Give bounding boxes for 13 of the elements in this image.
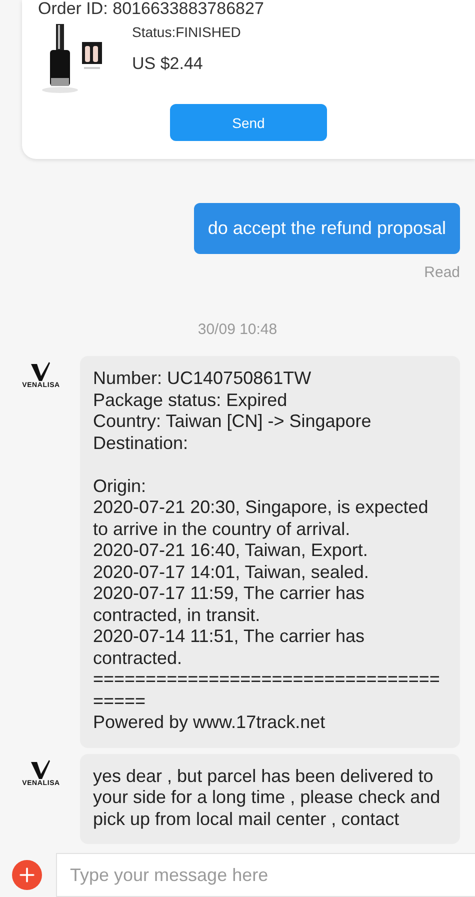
message-bubble: yes dear , but parcel has been delivered to your side for a long time , please check and pick up from local mail center , contact bbox=[80, 754, 460, 844]
logo-mark-icon bbox=[30, 760, 52, 780]
order-price: US $2.44 bbox=[132, 54, 204, 74]
logo-mark-icon bbox=[30, 362, 52, 382]
message-timestamp: 30/09 10:48 bbox=[198, 321, 278, 338]
add-button[interactable] bbox=[12, 860, 42, 890]
order-id: Order ID: 8016633883786827 bbox=[38, 0, 265, 18]
send-button[interactable]: Send bbox=[170, 104, 327, 141]
message-bubble: Number: UC140750861TW Package status: Expired Country: Taiwan [CN] -> Singapore Destination: Origin: 2020-07-21 20:30, Singapore, is expected to arrive in the country of arrival. 2020-07-21 16:40, Taiwan, Export. 2020-07-17 14:01, Taiwan, sealed. 2020-07-17 11:59, The carrier has contracted, in transit. 2020-07-14 11:51, The carrier has contracted. ====================================== Powered by www.17track.net bbox=[80, 356, 460, 748]
order-status: Status:FINISHED bbox=[132, 24, 241, 40]
message-bubble: do accept the refund proposal bbox=[194, 203, 460, 254]
read-receipt: Read bbox=[424, 264, 460, 281]
message-input[interactable]: Type your message here bbox=[56, 853, 475, 897]
